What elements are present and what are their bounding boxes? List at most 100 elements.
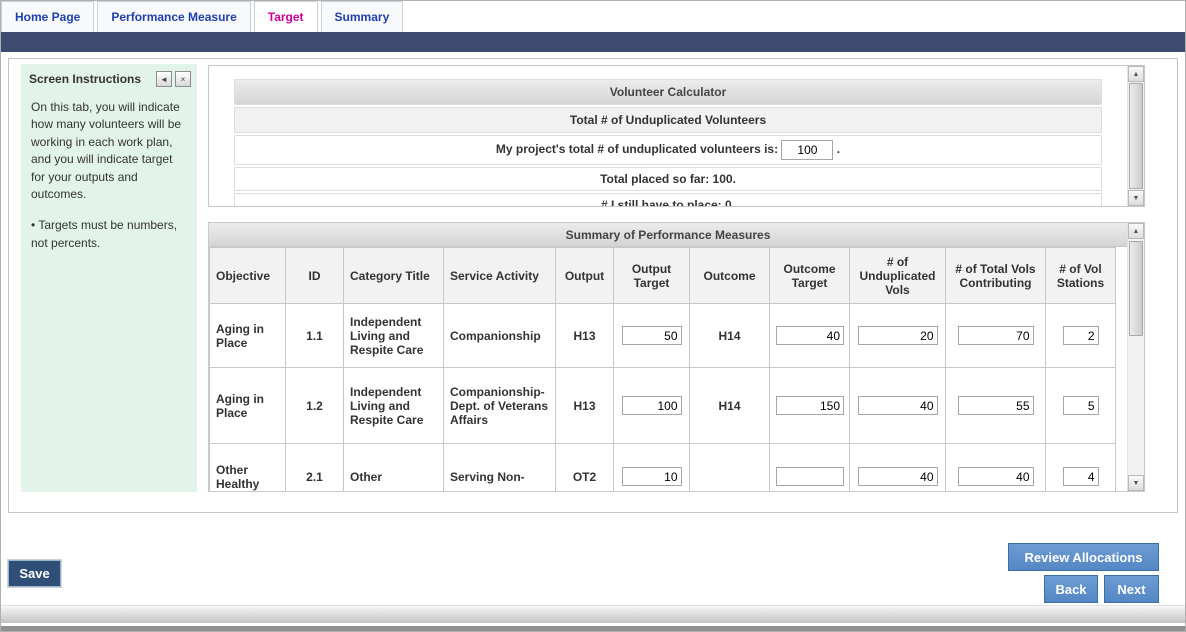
calculator-title: Volunteer Calculator <box>234 79 1102 105</box>
col-outcome: Outcome <box>690 248 770 304</box>
outcome-target-input[interactable] <box>776 467 844 486</box>
cell-objective: Other Healthy <box>210 444 286 492</box>
cell-id: 1.2 <box>286 368 344 444</box>
cell-unduplicated-vols <box>850 304 946 368</box>
close-icon[interactable]: × <box>175 71 191 87</box>
performance-measures-content: Summary of Performance Measures Objectiv… <box>209 223 1127 491</box>
cell-output-target <box>614 444 690 492</box>
screen-instructions-header: Screen Instructions ◄ × <box>21 64 197 91</box>
calculator-input-label: My project's total # of unduplicated vol… <box>496 142 778 156</box>
unduplicated-vols-input[interactable] <box>858 326 938 345</box>
outcome-target-input[interactable] <box>776 326 844 345</box>
performance-measures-table: Objective ID Category Title Service Acti… <box>209 247 1116 491</box>
calculator-scrollbar[interactable]: ▲ ▼ <box>1127 66 1144 206</box>
tab-bar: Home Page Performance Measure Target Sum… <box>1 1 1185 32</box>
scroll-up-icon[interactable]: ▲ <box>1128 66 1144 82</box>
screen-instructions-note: • Targets must be numbers, not percents. <box>21 211 197 258</box>
volunteer-calculator-panel: Volunteer Calculator Total # of Unduplic… <box>208 65 1145 207</box>
output-target-input[interactable] <box>622 396 682 415</box>
vol-stations-input[interactable] <box>1063 396 1099 415</box>
cell-output-target <box>614 368 690 444</box>
cell-vol-stations <box>1046 368 1116 444</box>
col-id: ID <box>286 248 344 304</box>
cell-vol-stations <box>1046 304 1116 368</box>
calculator-input-row: My project's total # of unduplicated vol… <box>234 135 1102 165</box>
total-vols-input[interactable] <box>958 396 1034 415</box>
table-row: Aging in Place 1.1 Independent Living an… <box>210 304 1116 368</box>
unduplicated-vols-input[interactable] <box>858 467 938 486</box>
cell-vol-stations <box>1046 444 1116 492</box>
vol-stations-input[interactable] <box>1063 326 1099 345</box>
total-vols-input[interactable] <box>958 467 1034 486</box>
tab-performance-measure[interactable]: Performance Measure <box>97 1 250 32</box>
collapse-left-icon[interactable]: ◄ <box>156 71 172 87</box>
cell-outcome: H14 <box>690 368 770 444</box>
cell-outcome-target <box>770 304 850 368</box>
summary-scrollbar[interactable]: ▲ ▼ <box>1127 223 1144 491</box>
cell-outcome-target <box>770 444 850 492</box>
performance-measures-title: Summary of Performance Measures <box>209 223 1127 247</box>
calculator-remaining-text: # I still have to place: 0. <box>234 193 1102 206</box>
back-button[interactable]: Back <box>1044 575 1098 603</box>
nav-bar <box>1 32 1185 52</box>
cell-total-vols <box>946 444 1046 492</box>
cell-output: OT2 <box>556 444 614 492</box>
col-vol-stations: # of Vol Stations <box>1046 248 1116 304</box>
page: Home Page Performance Measure Target Sum… <box>0 0 1186 632</box>
cell-outcome: H14 <box>690 304 770 368</box>
col-category-title: Category Title <box>344 248 444 304</box>
save-button[interactable]: Save <box>8 560 61 587</box>
cell-unduplicated-vols <box>850 368 946 444</box>
main-frame: Screen Instructions ◄ × On this tab, you… <box>8 58 1178 513</box>
cell-id: 1.1 <box>286 304 344 368</box>
col-output: Output <box>556 248 614 304</box>
cell-total-vols <box>946 304 1046 368</box>
cell-objective: Aging in Place <box>210 368 286 444</box>
cell-activity: Companionship <box>444 304 556 368</box>
screen-instructions-panel: Screen Instructions ◄ × On this tab, you… <box>21 64 197 492</box>
cell-output: H13 <box>556 368 614 444</box>
col-unduplicated-vols: # of Unduplicated Vols <box>850 248 946 304</box>
cell-category: Independent Living and Respite Care <box>344 368 444 444</box>
cell-objective: Aging in Place <box>210 304 286 368</box>
cell-outcome-target <box>770 368 850 444</box>
volunteer-calculator-table: Volunteer Calculator Total # of Unduplic… <box>234 79 1102 206</box>
unduplicated-vols-input[interactable] <box>858 396 938 415</box>
cell-id: 2.1 <box>286 444 344 492</box>
tab-target[interactable]: Target <box>254 1 318 32</box>
calculator-subtitle: Total # of Unduplicated Volunteers <box>234 107 1102 133</box>
tab-home-page[interactable]: Home Page <box>1 1 94 32</box>
cell-activity: Serving Non- <box>444 444 556 492</box>
table-header-row: Objective ID Category Title Service Acti… <box>210 248 1116 304</box>
screen-instructions-title: Screen Instructions <box>29 72 153 86</box>
unduplicated-volunteers-input[interactable] <box>781 140 833 160</box>
tab-summary[interactable]: Summary <box>321 1 404 32</box>
scroll-down-icon[interactable]: ▼ <box>1128 190 1144 206</box>
col-total-vols-contributing: # of Total Vols Contributing <box>946 248 1046 304</box>
cell-output-target <box>614 304 690 368</box>
scroll-up-icon[interactable]: ▲ <box>1128 223 1144 239</box>
col-output-target: Output Target <box>614 248 690 304</box>
screen-instructions-text: On this tab, you will indicate how many … <box>21 91 197 211</box>
col-objective: Objective <box>210 248 286 304</box>
bottom-strip <box>1 626 1185 631</box>
output-target-input[interactable] <box>622 467 682 486</box>
cell-unduplicated-vols <box>850 444 946 492</box>
cell-output: H13 <box>556 304 614 368</box>
output-target-input[interactable] <box>622 326 682 345</box>
review-allocations-button[interactable]: Review Allocations <box>1008 543 1159 571</box>
footer-bar <box>1 605 1185 623</box>
calculator-scrollbar-thumb[interactable] <box>1129 83 1143 189</box>
cell-category: Independent Living and Respite Care <box>344 304 444 368</box>
table-row: Aging in Place 1.2 Independent Living an… <box>210 368 1116 444</box>
scroll-down-icon[interactable]: ▼ <box>1128 475 1144 491</box>
vol-stations-input[interactable] <box>1063 467 1099 486</box>
table-row: Other Healthy 2.1 Other Serving Non- OT2 <box>210 444 1116 492</box>
next-button[interactable]: Next <box>1104 575 1159 603</box>
performance-measures-panel: Summary of Performance Measures Objectiv… <box>208 222 1145 492</box>
outcome-target-input[interactable] <box>776 396 844 415</box>
total-vols-input[interactable] <box>958 326 1034 345</box>
col-outcome-target: Outcome Target <box>770 248 850 304</box>
volunteer-calculator-content: Volunteer Calculator Total # of Unduplic… <box>209 66 1127 206</box>
summary-scrollbar-thumb[interactable] <box>1129 241 1143 336</box>
